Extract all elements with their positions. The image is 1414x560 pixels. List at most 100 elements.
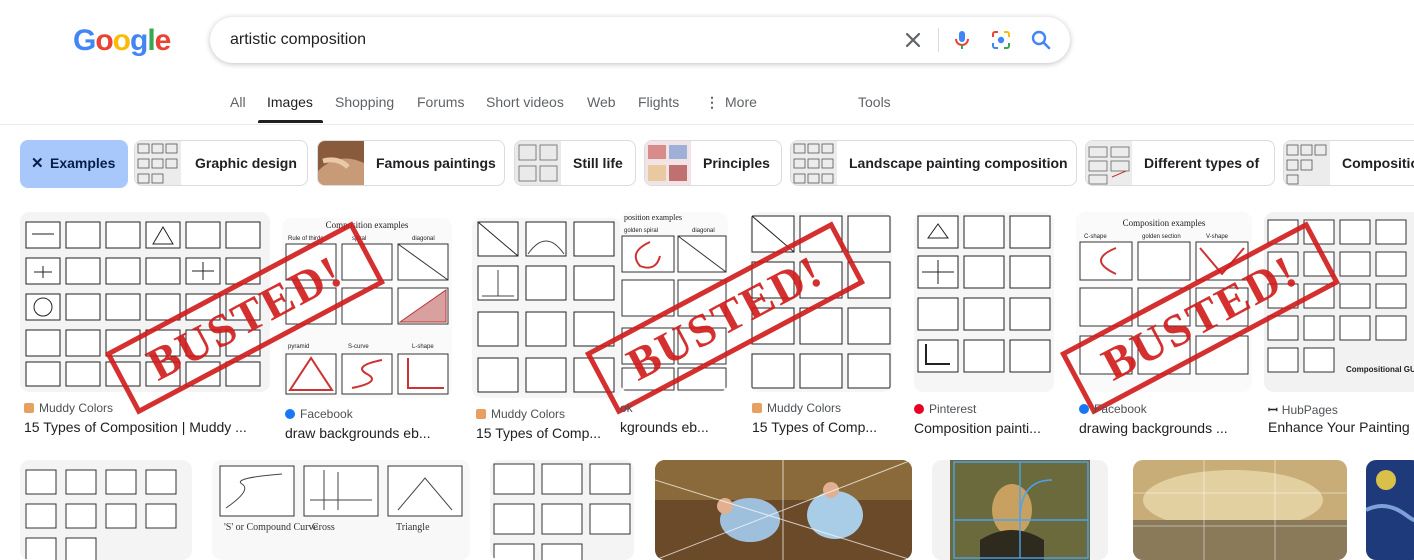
search-icon[interactable] — [1029, 28, 1053, 52]
chip-landscape-painting-composition[interactable]: Landscape painting composition — [790, 140, 1077, 186]
pinterest-icon — [914, 404, 924, 414]
chip-thumbnail — [1086, 141, 1132, 185]
close-icon[interactable]: ✕ — [31, 154, 44, 172]
chip-label: Still life — [573, 155, 623, 171]
chip-thumbnail — [791, 141, 837, 185]
result-title[interactable]: Enhance Your Painting — [1268, 419, 1414, 435]
degas-painting-image — [655, 460, 912, 560]
result-title[interactable]: 15 Types of Comp... — [752, 419, 892, 435]
logo-letter: l — [147, 24, 155, 57]
chip-label: Examples — [50, 155, 116, 171]
result-title[interactable]: kgrounds eb... — [620, 419, 730, 435]
source-name: Muddy Colors — [39, 401, 114, 415]
chip-label: Different types of — [1144, 155, 1260, 171]
result-image[interactable] — [914, 212, 1054, 392]
result-image[interactable] — [1366, 460, 1414, 560]
image-text: pyramid — [288, 344, 309, 350]
chip-label: Landscape painting composition — [849, 155, 1068, 171]
lens-camera-icon[interactable] — [989, 28, 1013, 52]
image-text: V-shape — [1206, 234, 1229, 240]
chip-label: Famous paintings — [376, 155, 496, 171]
source-name: ok — [620, 401, 633, 415]
logo-letter: g — [130, 24, 148, 57]
result-source[interactable]: Muddy Colors — [476, 407, 565, 421]
result-title[interactable]: draw backgrounds eb... — [285, 425, 445, 441]
chip-thumbnail — [135, 141, 181, 185]
clear-icon[interactable] — [901, 28, 925, 52]
starry-night-image — [1366, 460, 1414, 560]
result-title[interactable]: drawing backgrounds ... — [1079, 420, 1249, 436]
google-logo[interactable]: Google — [73, 24, 171, 58]
source-name: Pinterest — [929, 402, 977, 416]
image-text: Cross — [312, 522, 335, 533]
result-title[interactable]: Composition painti... — [914, 420, 1054, 436]
muddy-colors-icon — [476, 409, 486, 419]
more-vert-icon: ⋮ — [705, 94, 719, 110]
chip-label: Graphic design — [195, 155, 297, 171]
result-source[interactable]: Muddy Colors — [752, 401, 841, 415]
source-name: Facebook — [1094, 402, 1147, 416]
image-text: Triangle — [396, 522, 430, 533]
tab-images[interactable]: Images — [267, 94, 313, 110]
search-divider — [938, 28, 939, 52]
chip-still-life[interactable]: Still life — [514, 140, 636, 186]
microphone-icon[interactable] — [950, 28, 974, 52]
curve-cross-triangle-sketch: 'S' or Compound Curve Cross Triangle — [212, 460, 470, 560]
facebook-icon — [285, 409, 295, 419]
result-source[interactable]: Muddy Colors — [24, 401, 113, 415]
image-text: golden section — [1142, 234, 1181, 240]
result-source[interactable]: ok — [620, 401, 633, 415]
tab-more-label: More — [725, 94, 757, 110]
chip-composition[interactable]: Compositio — [1283, 140, 1414, 186]
header-divider — [0, 124, 1414, 125]
result-image[interactable] — [655, 460, 912, 560]
result-image[interactable] — [1133, 460, 1347, 560]
tab-all[interactable]: All — [230, 94, 246, 110]
tab-shopping[interactable]: Shopping — [335, 94, 394, 110]
image-text: 'S' or Compound Curve — [224, 522, 318, 533]
result-source[interactable]: ꟷ HubPages — [1268, 401, 1338, 418]
muddy-colors-icon — [752, 403, 762, 413]
search-box — [210, 17, 1070, 63]
tab-flights[interactable]: Flights — [638, 94, 679, 110]
tab-short-videos[interactable]: Short videos — [486, 94, 564, 110]
chip-famous-paintings[interactable]: Famous paintings — [317, 140, 505, 186]
muddy-colors-icon — [24, 403, 34, 413]
tab-forums[interactable]: Forums — [417, 94, 464, 110]
result-image[interactable] — [490, 460, 634, 560]
image-text: Composition examples — [1123, 218, 1206, 228]
result-title[interactable]: 15 Types of Comp... — [476, 425, 616, 441]
source-name: Muddy Colors — [491, 407, 566, 421]
tools-button[interactable]: Tools — [858, 94, 891, 110]
chip-principles[interactable]: Principles — [644, 140, 782, 186]
result-image[interactable] — [932, 460, 1108, 560]
source-name: HubPages — [1281, 403, 1338, 417]
chip-thumbnail — [1284, 141, 1330, 185]
image-text: golden spiral — [624, 228, 658, 234]
search-input[interactable] — [230, 29, 830, 51]
chip-label: Principles — [703, 155, 770, 171]
image-text: Compositional GUI — [1346, 365, 1414, 374]
result-image[interactable] — [20, 460, 192, 560]
chip-different-types-of[interactable]: Different types of — [1085, 140, 1275, 186]
tab-more[interactable]: ⋮ More — [705, 94, 757, 111]
composition-sketch-grid — [20, 460, 192, 560]
chip-thumbnail — [645, 141, 691, 185]
image-text: S-curve — [348, 344, 369, 350]
turner-painting-image — [1133, 460, 1347, 560]
result-title[interactable]: 15 Types of Composition | Muddy ... — [24, 419, 264, 435]
result-image[interactable]: 'S' or Compound Curve Cross Triangle — [212, 460, 470, 560]
logo-letter: o — [95, 24, 113, 57]
logo-letter: G — [73, 24, 96, 57]
active-tab-indicator — [258, 120, 323, 123]
hubpages-icon: ꟷ — [1268, 403, 1278, 417]
chip-examples-active[interactable]: ✕ Examples — [20, 140, 128, 188]
composition-sketch-grid — [490, 460, 634, 560]
result-source[interactable]: Facebook — [285, 407, 353, 421]
chip-thumbnail — [515, 141, 561, 185]
result-source[interactable]: Pinterest — [914, 402, 976, 416]
source-name: Muddy Colors — [767, 401, 842, 415]
chip-graphic-design[interactable]: Graphic design — [134, 140, 308, 186]
tab-web[interactable]: Web — [587, 94, 616, 110]
result-source[interactable]: Facebook — [1079, 402, 1147, 416]
